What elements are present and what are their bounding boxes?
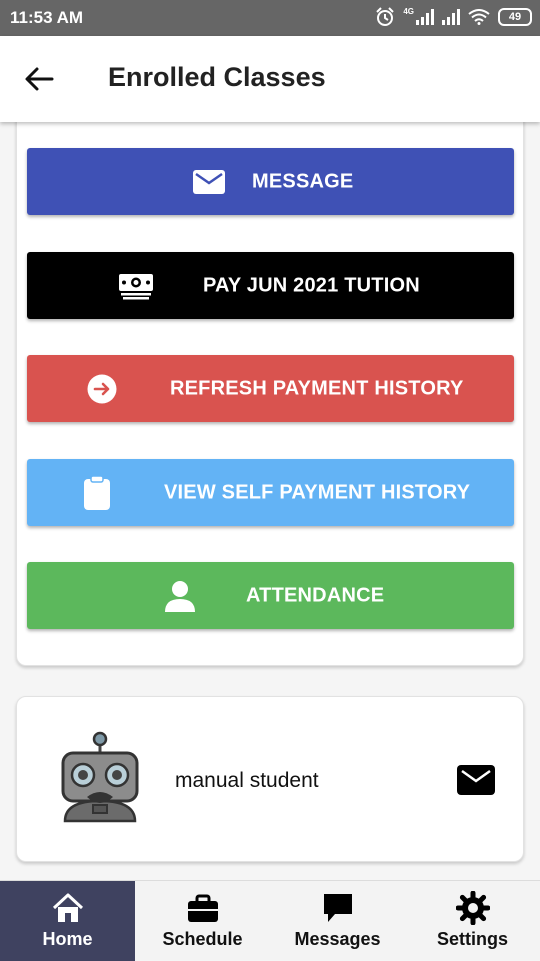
nav-schedule[interactable]: Schedule [135,881,270,961]
nav-home-label: Home [42,929,93,949]
envelope-icon[interactable] [457,765,495,795]
attendance-button-label: ATTENDANCE [246,584,385,606]
nav-home[interactable]: Home [0,881,135,961]
network-type-label: 4G [403,7,414,16]
arrow-circle-right-icon [87,374,117,403]
money-icon [119,273,153,299]
page-title: Enrolled Classes [108,62,326,92]
wifi-icon [468,9,490,25]
view-self-payment-history-label: VIEW SELF PAYMENT HISTORY [164,481,471,503]
alarm-icon [376,7,395,26]
chat-bubble-icon [323,894,352,922]
nav-schedule-label: Schedule [162,929,243,949]
refresh-payment-history-button[interactable]: REFRESH PAYMENT HISTORY [27,355,514,422]
pay-tuition-button[interactable]: PAY JUN 2021 TUTION [27,252,514,319]
student-name: manual student [175,769,319,792]
briefcase-icon [187,894,218,922]
signal-icon [416,9,434,25]
pay-tuition-button-label: PAY JUN 2021 TUTION [203,274,420,296]
message-button[interactable]: MESSAGE [27,148,514,215]
nav-settings-label: Settings [436,929,508,949]
envelope-icon [193,169,225,194]
class-actions-card: MESSAGE PAY JUN 2021 TUTION REFRESH PAYM… [16,110,524,666]
clipboard-icon [84,475,110,510]
user-icon [165,580,195,612]
nav-messages-label: Messages [294,929,381,949]
gear-icon [455,891,490,925]
app-bar: Enrolled Classes [0,36,540,122]
signal-icon [442,9,460,25]
status-icons: 4G 49 [375,7,532,27]
nav-settings[interactable]: Settings [405,881,540,961]
attendance-button[interactable]: ATTENDANCE [27,562,514,629]
arrow-left-icon[interactable] [22,62,56,96]
message-button-label: MESSAGE [252,170,354,192]
robot-avatar-icon [61,731,139,823]
bottom-navigation: Home Schedule Messages Settings [0,880,540,961]
battery-icon: 49 [498,8,532,26]
status-bar: 11:53 AM 4G 49 [0,0,540,36]
student-card: manual student [16,696,524,862]
home-icon [52,893,83,922]
refresh-payment-history-label: REFRESH PAYMENT HISTORY [170,377,464,399]
status-time: 11:53 AM [10,8,84,27]
view-self-payment-history-button[interactable]: VIEW SELF PAYMENT HISTORY [27,459,514,526]
nav-messages[interactable]: Messages [270,881,405,961]
